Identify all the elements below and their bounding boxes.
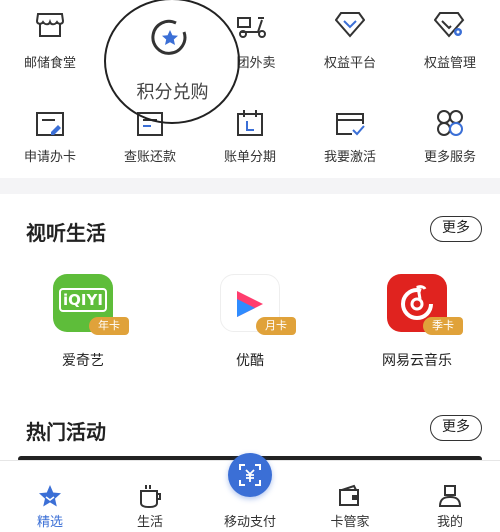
grid-item-label: 申请办卡 [23,150,76,165]
app-card-iqiyi[interactable]: iQIYI 年卡 爱奇艺 [23,274,143,374]
star-icon [39,485,61,507]
grid-item-label: 权益平台 [323,56,376,71]
youku-play-icon [237,291,263,317]
video-more-button[interactable]: 更多 [430,216,482,242]
grid-item-canteen[interactable]: 邮储食堂 [0,0,100,80]
scooter-icon [237,17,266,38]
bottom-tab-bar: 精选 生活 移动支付 卡管家 我的 [0,453,500,532]
plan-badge: 月卡 [256,317,296,335]
tab-label: 生活 [136,515,163,530]
scan-pay-button [228,453,272,497]
cup-icon [140,485,161,509]
hot-more-button[interactable]: 更多 [430,415,482,441]
tab-life[interactable]: 生活 [100,461,200,532]
app-name: 网易云音乐 [382,353,452,369]
app-card-netease-music[interactable]: 季卡 网易云音乐 [357,274,477,374]
grid-item-apply-card[interactable]: 申请办卡 [0,100,100,170]
diamond-gear-icon [434,12,465,38]
grid-item-label: 账单分期 [223,150,276,165]
card-check-icon [336,113,365,136]
wallet-icon [339,484,359,506]
service-grid: 邮储食堂 积分兑购 团外卖 权益平台 权益管理 申请办卡 查账还款 账单分期 我… [0,0,500,178]
tab-label: 移动支付 [223,515,276,530]
grid-item-label: 权益管理 [423,56,476,71]
video-section-title: 视听生活 [26,221,106,245]
hot-section-title: 热门活动 [26,420,106,444]
diamond-icon [335,12,365,38]
shop-icon [35,13,65,37]
tab-card-manager[interactable]: 卡管家 [300,461,400,532]
tab-label: 卡管家 [330,515,370,530]
app-name: 爱奇艺 [62,353,104,369]
grid-item-installment[interactable]: 账单分期 [200,100,300,170]
scan-pay-icon [239,464,261,486]
plan-badge: 年卡 [89,317,129,335]
calendar-icon [237,110,263,136]
grid-item-label: 我要激活 [323,150,376,165]
tab-label: 精选 [36,515,63,530]
grid-item-benefits-platform[interactable]: 权益平台 [300,0,400,80]
section-divider [0,178,500,194]
grid-item-label: 查账还款 [123,150,176,165]
app-card-youku[interactable]: 月卡 优酷 [190,274,310,374]
plan-badge: 季卡 [423,317,463,335]
grid-item-benefits-manage[interactable]: 权益管理 [400,0,500,80]
tab-label: 我的 [436,515,463,530]
tab-mine[interactable]: 我的 [400,461,500,532]
grid-item-label: 邮储食堂 [23,56,76,71]
grid-item-activate[interactable]: 我要激活 [300,100,400,170]
tab-mobile-pay[interactable]: 移动支付 [200,453,300,532]
music-note-icon [401,285,433,320]
person-icon [438,485,462,507]
app-name: 优酷 [236,353,264,369]
grid-item-label: 更多服务 [423,150,476,165]
tab-featured[interactable]: 精选 [0,461,100,532]
grid-item-more-services[interactable]: 更多服务 [400,100,500,170]
highlight-circle [104,0,240,124]
grid-more-icon [437,110,463,136]
card-edit-icon [36,112,64,136]
